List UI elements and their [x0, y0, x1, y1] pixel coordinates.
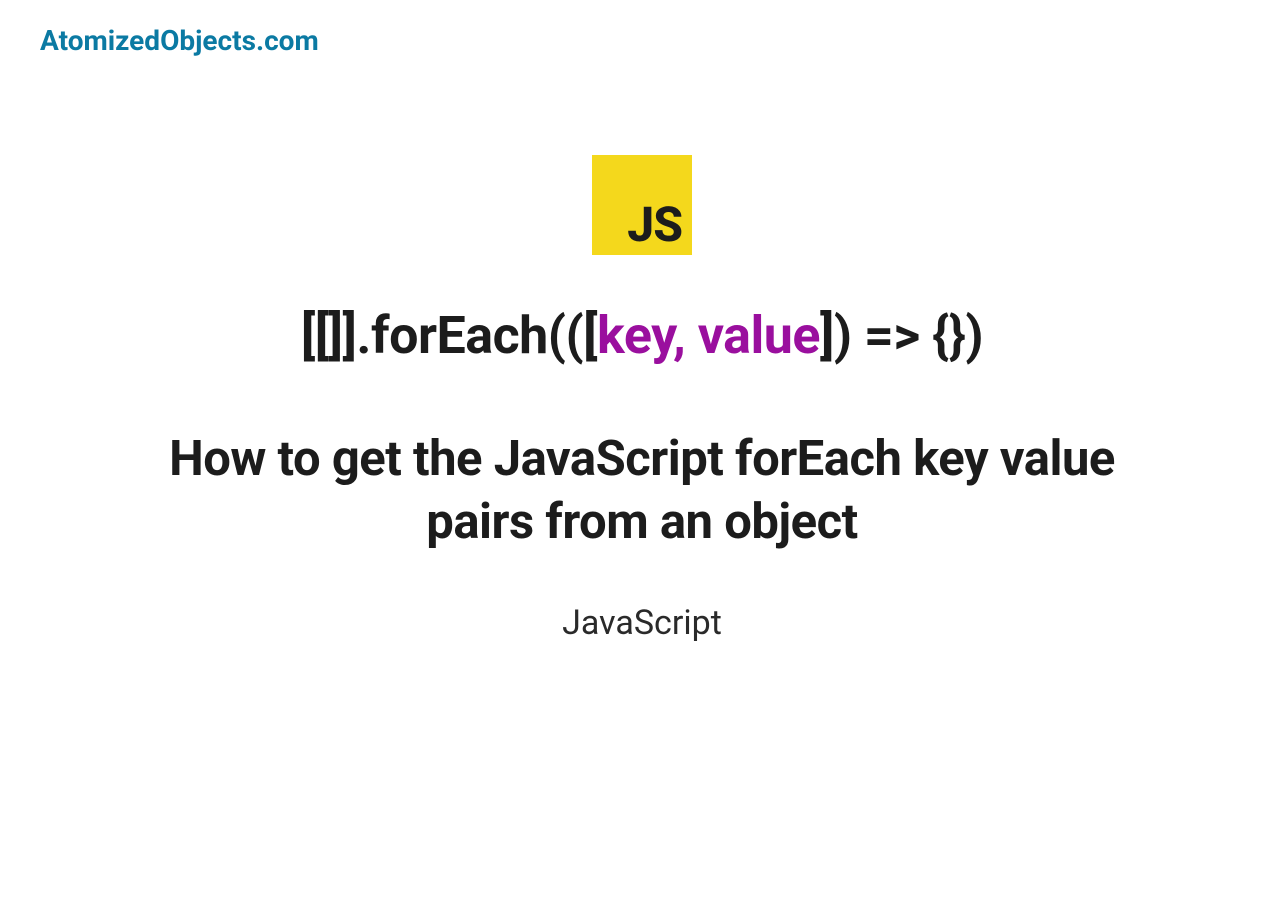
code-snippet: [[]].forEach(([key, value]) => {}): [301, 305, 983, 366]
site-name: AtomizedObjects.com: [40, 24, 319, 57]
code-highlight: key, value: [597, 305, 820, 366]
code-suffix: ]) => {}): [820, 305, 983, 366]
main-content: JS [[]].forEach(([key, value]) => {}) Ho…: [0, 155, 1284, 643]
code-prefix: [[]].forEach(([: [301, 305, 597, 366]
js-logo-text: JS: [627, 201, 682, 249]
js-logo: JS: [592, 155, 692, 255]
category-label: JavaScript: [562, 603, 722, 643]
article-title: How to get the JavaScript forEach key va…: [162, 428, 1122, 553]
